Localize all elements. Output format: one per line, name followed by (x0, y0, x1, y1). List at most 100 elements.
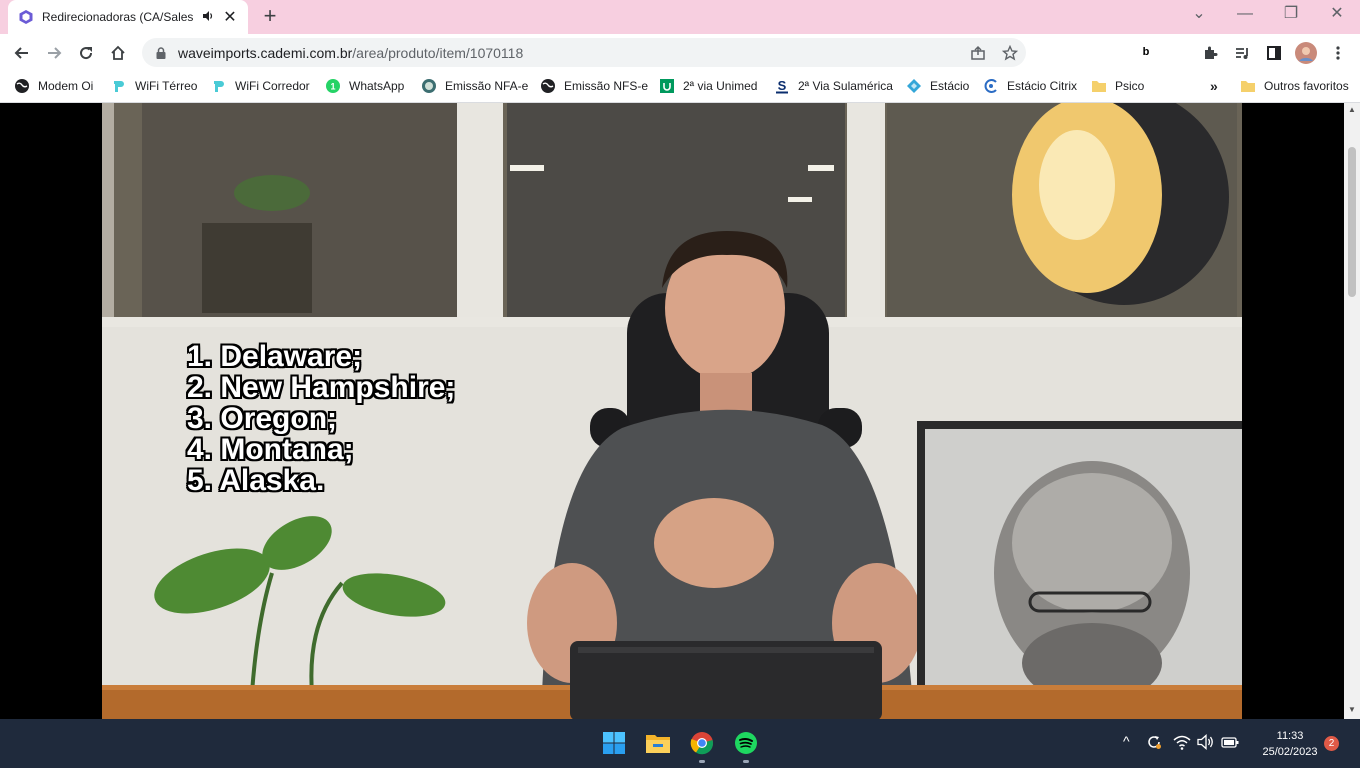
extension-b-icon[interactable]: b (1137, 43, 1155, 61)
profile-avatar[interactable] (1293, 40, 1319, 66)
extensions-puzzle-icon[interactable] (1197, 40, 1223, 66)
bookmark-label: WiFi Corredor (235, 79, 310, 93)
running-indicator (699, 760, 705, 763)
bookmark-label: WiFi Térreo (135, 79, 198, 93)
bookmark-label: Outros favoritos (1264, 79, 1349, 93)
taskbar: ^ 11:33 25/02/2023 2 (0, 719, 1360, 768)
reload-button[interactable] (73, 40, 99, 66)
running-indicator (743, 760, 749, 763)
bookmark-estacio[interactable]: Estácio (906, 76, 969, 96)
notification-badge[interactable]: 2 (1324, 736, 1339, 751)
bookmark-folder-psico[interactable]: Psico (1091, 76, 1144, 96)
cademi-favicon-icon (19, 10, 33, 24)
page-content: 1. Delaware; 2. New Hampshire; 3. Oregon… (0, 103, 1344, 719)
extension-orange-icon[interactable]: e (1041, 43, 1059, 61)
seal-icon (422, 79, 436, 93)
address-bar[interactable]: waveimports.cademi.com.br/area/produto/i… (142, 38, 1026, 67)
folder-icon (1092, 81, 1106, 92)
bookmark-label: Psico (1115, 79, 1145, 93)
caption-line: 1. Delaware; (187, 340, 363, 373)
svg-text:S: S (778, 78, 787, 93)
windows-start-icon[interactable] (598, 727, 630, 759)
video-caption-list: 1. Delaware; 2. New Hampshire; 3. Oregon… (187, 341, 455, 496)
bookmark-label: Estácio Citrix (1007, 79, 1078, 93)
bookmark-unimed[interactable]: 2ª via Unimed (659, 76, 757, 96)
extension-p-icon[interactable]: p (1169, 43, 1187, 61)
chrome-icon[interactable] (686, 727, 718, 763)
bookmark-emissao-nfa[interactable]: Emissão NFA-e (421, 76, 528, 96)
caption-line: 4. Montana; (187, 433, 354, 466)
bookmark-label: Estácio (930, 79, 970, 93)
bookmark-label: 2ª Via Sulamérica (798, 79, 893, 93)
extension-dollar-icon[interactable]: $ (1073, 43, 1091, 61)
bookmark-folder-outros[interactable]: Outros favoritos (1240, 76, 1349, 96)
wifi-icon[interactable] (1173, 734, 1191, 753)
tplink-icon (214, 81, 224, 92)
bookmark-estacio-citrix[interactable]: Estácio Citrix (983, 76, 1077, 96)
bookmark-label: Emissão NFA-e (445, 79, 529, 93)
menu-kebab-icon[interactable] (1325, 40, 1351, 66)
bookmark-label: Modem Oi (38, 79, 94, 93)
forward-button[interactable] (41, 40, 67, 66)
tab-title: Redirecionadoras (CA/Sales T (42, 10, 194, 24)
toolbar: waveimports.cademi.com.br/area/produto/i… (0, 34, 1360, 70)
tab-search-chevron-icon[interactable]: ⌄ (1176, 0, 1222, 30)
bookmark-star-icon[interactable] (999, 42, 1021, 64)
spotify-icon[interactable] (730, 727, 762, 763)
arrow-right-icon (48, 47, 62, 59)
scroll-down-arrow-icon[interactable]: ▼ (1344, 705, 1360, 714)
page-scrollbar[interactable]: ▲ ▼ (1344, 103, 1360, 719)
globe-icon (541, 79, 555, 93)
reload-icon (80, 47, 93, 60)
tab-strip: Redirecionadoras (CA/Sales T ✕ + ⌄ — ❐ ✕ (0, 0, 1360, 34)
citrix-icon (984, 79, 997, 93)
new-tab-button[interactable]: + (258, 4, 282, 28)
home-button[interactable] (105, 40, 131, 66)
close-window-button[interactable]: ✕ (1314, 0, 1360, 30)
caption-line: 5. Alaska. (187, 464, 325, 497)
url-path: /area/produto/item/1070118 (352, 44, 524, 61)
clock-date: 25/02/2023 (1262, 746, 1318, 758)
side-panel-icon[interactable] (1261, 40, 1287, 66)
media-control-icon[interactable] (1229, 40, 1255, 66)
scroll-up-arrow-icon[interactable]: ▲ (1344, 105, 1360, 114)
tab-close-icon[interactable]: ✕ (222, 7, 238, 27)
file-explorer-icon[interactable] (642, 727, 674, 759)
home-icon (111, 45, 125, 60)
share-icon[interactable] (967, 42, 989, 64)
active-tab[interactable]: Redirecionadoras (CA/Sales T ✕ (8, 0, 248, 34)
volume-icon[interactable] (1197, 734, 1215, 753)
sync-icon[interactable] (1146, 734, 1162, 753)
bookmark-label: 2ª via Unimed (683, 79, 758, 93)
bookmark-emissao-nfs[interactable]: Emissão NFS-e (540, 76, 648, 96)
video-player[interactable]: 1. Delaware; 2. New Hampshire; 3. Oregon… (102, 103, 1242, 719)
whatsapp-icon: 1 (326, 79, 340, 93)
bookmark-sulamerica[interactable]: S 2ª Via Sulamérica (774, 76, 893, 96)
back-button[interactable] (9, 40, 35, 66)
bookmarks-bar: Modem Oi WiFi Térreo WiFi Corredor 1 Wha… (0, 70, 1360, 103)
minimize-button[interactable]: — (1222, 0, 1268, 30)
restore-button[interactable]: ❐ (1268, 0, 1314, 30)
globe-icon (15, 79, 29, 93)
bookmark-label: WhatsApp (349, 79, 405, 93)
bookmark-label: Emissão NFS-e (564, 79, 649, 93)
tray-chevron-up-icon[interactable]: ^ (1123, 733, 1130, 749)
speaker-icon[interactable] (202, 10, 214, 25)
bookmark-wifi-corredor[interactable]: WiFi Corredor (211, 76, 310, 96)
svg-text:1: 1 (330, 82, 335, 92)
more-bookmarks-chevron-icon[interactable]: » (1210, 76, 1218, 96)
caption-line: 3. Oregon; (187, 402, 338, 435)
bookmark-wifi-terreo[interactable]: WiFi Térreo (111, 76, 197, 96)
system-clock[interactable]: 11:33 25/02/2023 (1252, 728, 1328, 760)
extension-m-icon[interactable]: m (1105, 43, 1123, 61)
bookmark-modem-oi[interactable]: Modem Oi (14, 76, 93, 96)
arrow-left-icon (14, 47, 28, 59)
caption-line: 2. New Hampshire; (187, 371, 456, 404)
bookmark-whatsapp[interactable]: 1 WhatsApp (325, 76, 404, 96)
battery-icon[interactable] (1221, 734, 1239, 753)
scrollbar-thumb[interactable] (1348, 147, 1356, 297)
lock-icon[interactable] (154, 46, 168, 60)
sulamerica-icon: S (776, 78, 788, 94)
clock-time: 11:33 (1276, 730, 1304, 742)
url-text: waveimports.cademi.com.br/area/produto/i… (178, 45, 523, 61)
